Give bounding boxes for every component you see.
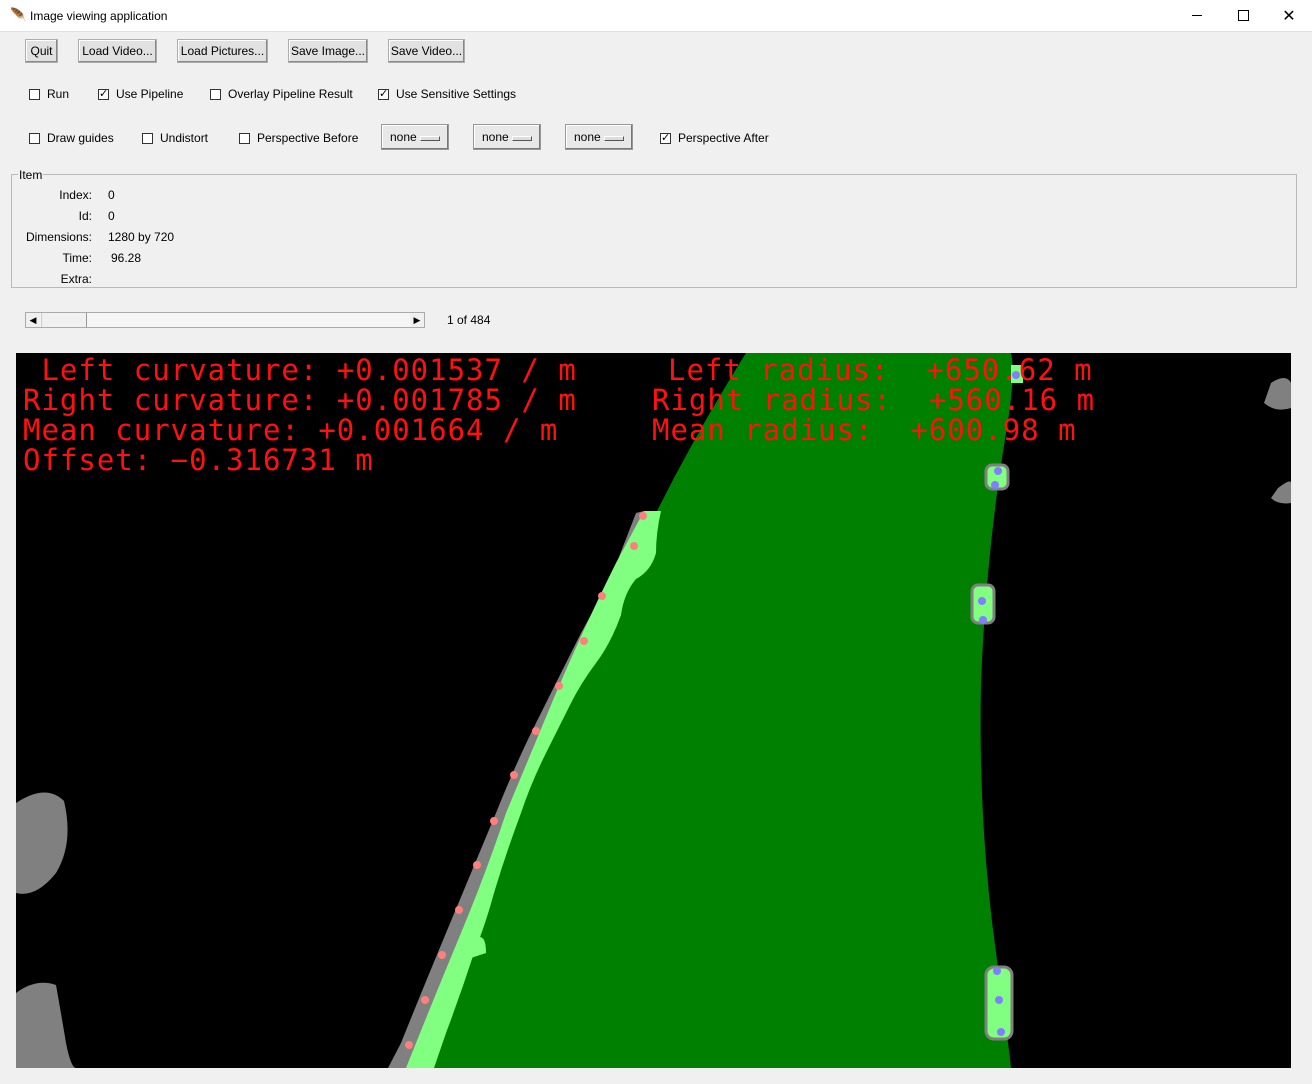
mean-radius-text: Mean radius: +600.98 m bbox=[652, 413, 1077, 447]
run-checkbox[interactable]: Run bbox=[29, 86, 69, 102]
title-bar: 🪶 Image viewing application ✕ bbox=[0, 0, 1312, 32]
menu-indicator-icon bbox=[512, 136, 532, 141]
save-video-button[interactable]: Save Video... bbox=[388, 39, 465, 63]
menu-indicator-icon bbox=[420, 136, 440, 141]
left-blob bbox=[16, 792, 68, 894]
sensitive-settings-checkbox-box[interactable]: ✓ bbox=[378, 88, 389, 100]
perspective-after-checkbox-box[interactable]: ✓ bbox=[660, 132, 671, 144]
sensitive-settings-checkbox[interactable]: ✓ Use Sensitive Settings bbox=[378, 86, 516, 102]
perspective-before-checkbox[interactable]: Perspective Before bbox=[239, 130, 358, 146]
id-label: Id: bbox=[78, 209, 92, 223]
dimensions-label: Dimensions: bbox=[25, 230, 92, 244]
load-pictures-button[interactable]: Load Pictures... bbox=[177, 39, 268, 63]
right-radius-text: Right radius: +560.16 m bbox=[652, 383, 1096, 417]
frame-position-text: 1 of 484 bbox=[447, 313, 491, 327]
image-canvas: Left curvature: +0.001537 / m Right curv… bbox=[16, 353, 1291, 1068]
menu-indicator-icon bbox=[604, 136, 624, 141]
minimize-button[interactable] bbox=[1174, 0, 1220, 31]
draw-guides-checkbox[interactable]: Draw guides bbox=[29, 130, 114, 146]
close-icon: ✕ bbox=[1282, 7, 1296, 25]
option-menu-1[interactable]: none bbox=[381, 124, 449, 150]
left-curvature-text: Left curvature: +0.001537 / m bbox=[23, 353, 577, 387]
run-label: Run bbox=[47, 87, 70, 101]
undistort-checkbox[interactable]: Undistort bbox=[142, 130, 208, 146]
feather-icon: 🪶 bbox=[10, 7, 27, 22]
offset-text: Offset: −0.316731 m bbox=[23, 443, 374, 477]
sensitive-settings-label: Use Sensitive Settings bbox=[396, 87, 517, 101]
scroll-left-icon[interactable]: ◀ bbox=[26, 313, 40, 327]
id-value: 0 bbox=[108, 209, 115, 223]
lane-fill bbox=[416, 353, 1013, 1068]
option-menu-1-value: none bbox=[390, 130, 417, 144]
time-label: Time: bbox=[62, 251, 92, 265]
perspective-after-label: Perspective After bbox=[678, 131, 769, 145]
option-menu-2-value: none bbox=[482, 130, 509, 144]
perspective-before-checkbox-box[interactable] bbox=[239, 132, 250, 144]
item-group: Item Index: 0 Id: 0 Dimensions: 1280 by … bbox=[11, 168, 1297, 288]
right-curvature-text: Right curvature: +0.001785 / m bbox=[23, 383, 577, 417]
perspective-after-checkbox[interactable]: ✓ Perspective After bbox=[660, 130, 769, 146]
index-value: 0 bbox=[108, 188, 115, 202]
left-bottom-blob bbox=[16, 982, 76, 1068]
scroll-right-icon[interactable]: ▶ bbox=[410, 313, 424, 327]
minimize-icon bbox=[1192, 15, 1202, 16]
undistort-checkbox-box[interactable] bbox=[142, 132, 153, 144]
maximize-icon bbox=[1237, 10, 1249, 21]
right-edge-blob-2 bbox=[1271, 481, 1291, 504]
use-pipeline-checkbox-box[interactable]: ✓ bbox=[98, 88, 109, 100]
scroll-thumb[interactable] bbox=[41, 313, 87, 327]
run-checkbox-box[interactable] bbox=[29, 88, 40, 100]
index-label: Index: bbox=[59, 188, 92, 202]
mean-curvature-text: Mean curvature: +0.001664 / m bbox=[23, 413, 559, 447]
undistort-label: Undistort bbox=[160, 131, 209, 145]
extra-label: Extra: bbox=[60, 272, 92, 286]
item-group-legend: Item bbox=[18, 168, 44, 182]
left-radius-text: Left radius: +650.62 m bbox=[668, 353, 1093, 387]
draw-guides-label: Draw guides bbox=[47, 131, 114, 145]
time-value: 96.28 bbox=[111, 251, 142, 265]
overlay-pipeline-label: Overlay Pipeline Result bbox=[228, 87, 353, 101]
frame-scrollbar[interactable]: ◀ ▶ bbox=[25, 312, 425, 328]
option-menu-3[interactable]: none bbox=[565, 124, 633, 150]
option-menu-2[interactable]: none bbox=[473, 124, 541, 150]
right-edge-blob bbox=[1264, 378, 1291, 410]
window-title: Image viewing application bbox=[30, 9, 168, 23]
quit-button[interactable]: Quit bbox=[25, 39, 58, 63]
use-pipeline-checkbox[interactable]: ✓ Use Pipeline bbox=[98, 86, 183, 102]
save-image-button[interactable]: Save Image... bbox=[288, 39, 368, 63]
maximize-button[interactable] bbox=[1220, 0, 1266, 31]
close-button[interactable]: ✕ bbox=[1266, 0, 1312, 31]
overlay-pipeline-checkbox[interactable]: Overlay Pipeline Result bbox=[210, 86, 353, 102]
option-menu-3-value: none bbox=[574, 130, 601, 144]
dimensions-value: 1280 by 720 bbox=[108, 230, 175, 244]
draw-guides-checkbox-box[interactable] bbox=[29, 132, 40, 144]
use-pipeline-label: Use Pipeline bbox=[116, 87, 184, 101]
load-video-button[interactable]: Load Video... bbox=[78, 39, 157, 63]
overlay-pipeline-checkbox-box[interactable] bbox=[210, 88, 221, 100]
perspective-before-label: Perspective Before bbox=[257, 131, 359, 145]
